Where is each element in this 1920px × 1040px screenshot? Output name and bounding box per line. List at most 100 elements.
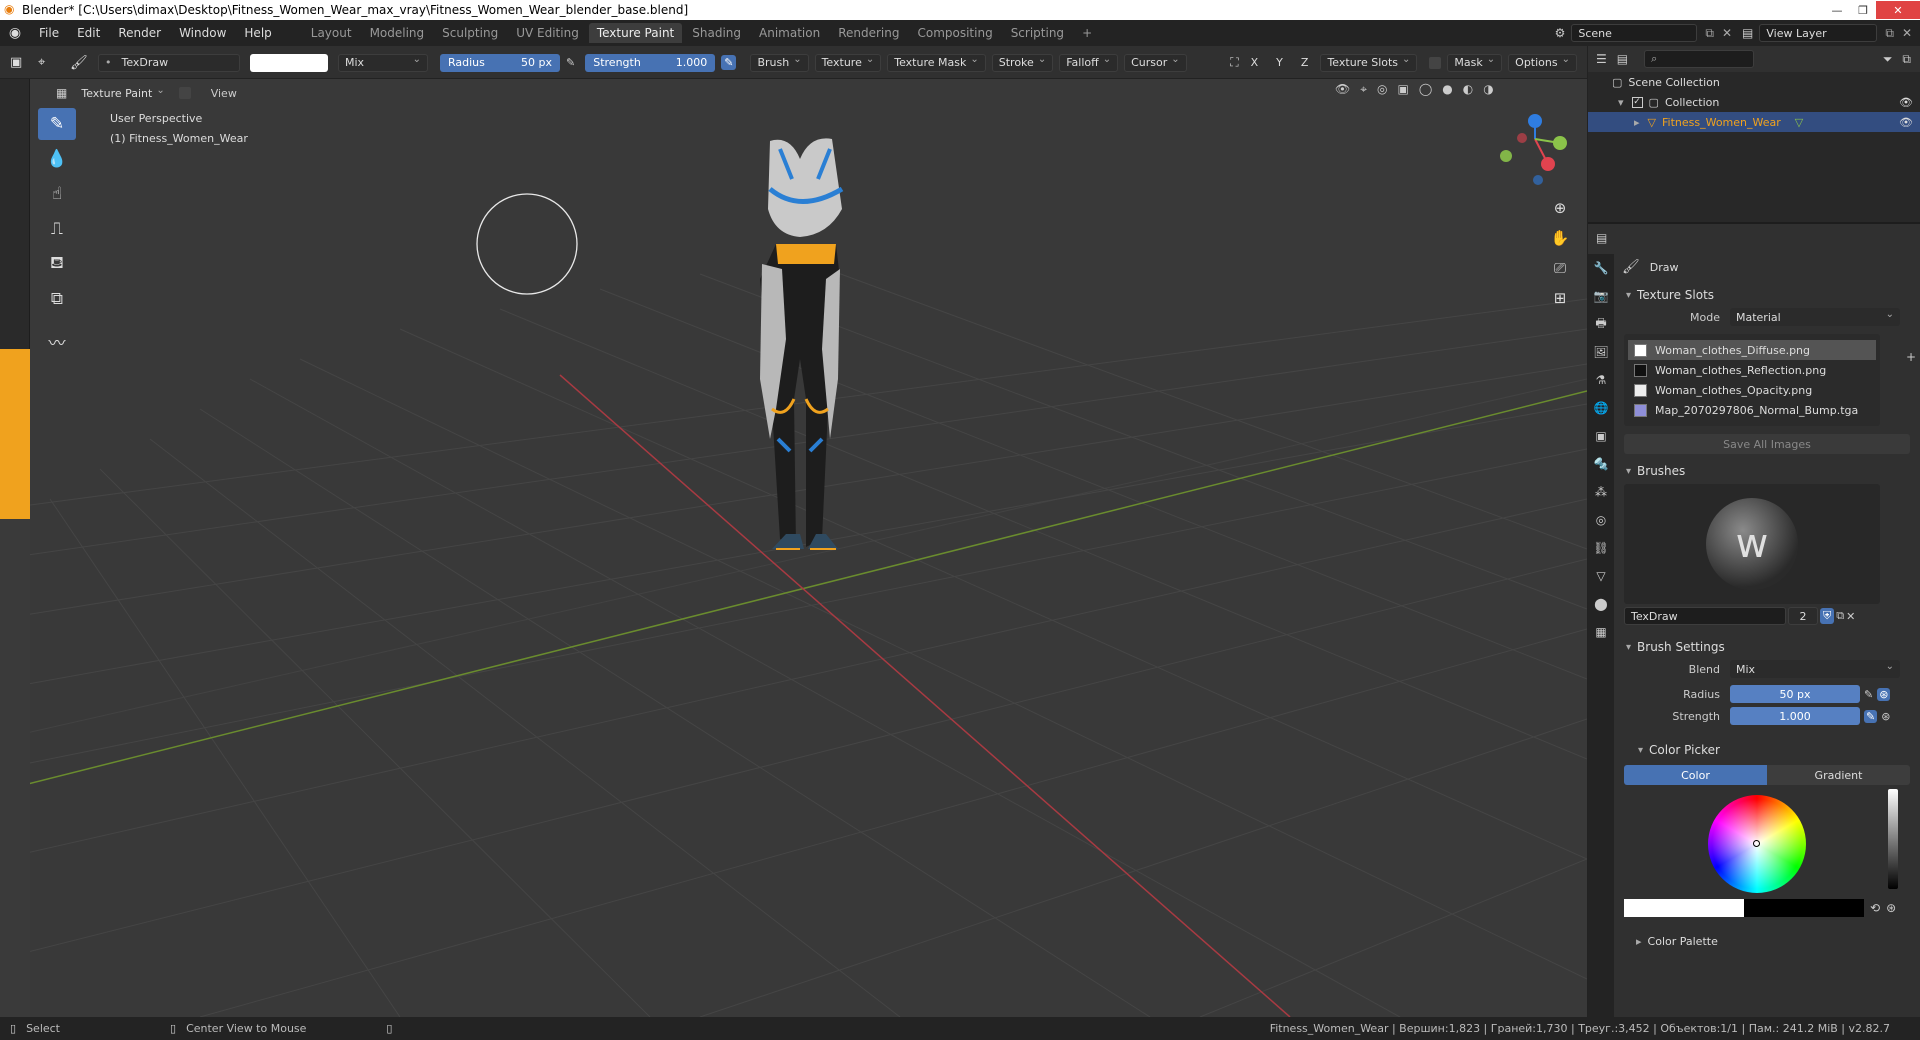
pan-hand-icon[interactable]: ✋ — [1547, 225, 1573, 251]
mode-dropdown[interactable]: Texture Paint — [75, 84, 170, 102]
tab-material-icon[interactable]: ⬤ — [1588, 590, 1614, 618]
editor-type-icon[interactable]: ▣ — [10, 55, 32, 70]
add-workspace-icon[interactable]: + — [1074, 23, 1100, 43]
brush-radius-slider[interactable]: 50 px — [1730, 685, 1860, 703]
rendered-shading-icon[interactable]: ◑ — [1483, 82, 1493, 97]
clone-tool-icon[interactable]: ⎍ — [38, 213, 76, 245]
maximize-button[interactable]: ❐ — [1850, 1, 1876, 19]
brush-settings-panel-header[interactable]: Brush Settings — [1618, 636, 1918, 658]
axis-y-toggle[interactable]: Y — [1270, 56, 1289, 69]
tab-shading[interactable]: Shading — [684, 23, 749, 43]
3d-viewport[interactable]: ▦ Texture Paint View 👁 ⌖ ◎ ▣ ◯ ● ◐ ◑ Use… — [0, 79, 1587, 1017]
brush-name-input[interactable]: TexDraw — [1624, 607, 1786, 625]
view-layer-icon[interactable]: ▤ — [1742, 26, 1753, 40]
view-menu[interactable]: View — [211, 87, 237, 100]
tab-constraints-icon[interactable]: ⛓ — [1588, 534, 1614, 562]
mask-menu[interactable]: Mask — [1447, 53, 1503, 72]
mask-tool-icon[interactable]: ⧉ — [38, 283, 76, 315]
camera-view-icon[interactable]: ⎚ — [1547, 255, 1573, 281]
overlay-toggle-icon[interactable]: ◎ — [1377, 82, 1387, 97]
brush-blend-dropdown[interactable]: Mix — [1730, 660, 1900, 678]
draw-tool-icon[interactable]: ✎ — [38, 108, 76, 140]
mesh-data-icon[interactable]: ▽ — [1795, 116, 1803, 129]
fake-user-icon[interactable]: ⛨ — [1820, 608, 1835, 624]
soften-tool-icon[interactable]: 💧 — [38, 143, 76, 175]
properties-type-icon[interactable]: ▤ — [1596, 231, 1607, 245]
tab-texture-icon[interactable]: ▦ — [1588, 618, 1614, 646]
display-mode-icon[interactable]: ▤ — [1617, 52, 1628, 66]
filter-icon[interactable]: ⏷ — [1883, 52, 1893, 67]
tab-output-icon[interactable]: 🖶 — [1588, 310, 1614, 338]
ortho-grid-icon[interactable]: ⊞ — [1547, 285, 1573, 311]
unified-color-icon[interactable]: ⊛ — [1886, 901, 1896, 915]
save-all-images-button[interactable]: Save All Images — [1624, 434, 1910, 454]
gizmo-toggle-icon[interactable]: ⌖ — [1360, 82, 1367, 97]
remove-scene-icon[interactable]: ✕ — [1722, 26, 1732, 40]
outliner-type-icon[interactable]: ☰ — [1596, 52, 1607, 66]
primary-secondary-color-swatch[interactable] — [1624, 899, 1864, 917]
tab-gradient[interactable]: Gradient — [1767, 765, 1910, 785]
expand-collection-icon[interactable]: ▾ — [1618, 96, 1624, 109]
menu-window[interactable]: Window — [170, 26, 235, 40]
mask-toggle[interactable] — [178, 87, 191, 99]
new-collection-icon[interactable]: ⧉ — [1902, 52, 1911, 67]
options-menu[interactable]: Options — [1508, 53, 1577, 72]
blend-mode-dropdown[interactable]: Mix — [338, 53, 428, 72]
material-shading-icon[interactable]: ◐ — [1463, 82, 1473, 97]
swap-colors-icon[interactable]: ⟲ — [1870, 901, 1880, 915]
collection-checkbox[interactable]: ✓ — [1631, 96, 1643, 108]
list-item[interactable]: Woman_clothes_Diffuse.png — [1628, 340, 1876, 360]
tab-physics-icon[interactable]: ◎ — [1588, 506, 1614, 534]
object-visibility-icon[interactable]: 👁 — [1899, 116, 1913, 129]
axis-z-toggle[interactable]: Z — [1295, 56, 1315, 69]
falloff-menu[interactable]: Falloff — [1059, 53, 1119, 72]
solid-shading-icon[interactable]: ● — [1442, 82, 1452, 97]
brush-users-count[interactable]: 2 — [1788, 607, 1818, 625]
brush-menu[interactable]: Brush — [750, 53, 809, 72]
radius-pen-icon[interactable]: ✎ — [1864, 688, 1873, 701]
xray-icon[interactable]: ▣ — [1397, 82, 1408, 97]
color-wheel-cursor[interactable] — [1753, 840, 1760, 847]
tab-texture-paint[interactable]: Texture Paint — [588, 23, 683, 43]
visibility-icon[interactable]: 👁 — [1335, 82, 1350, 97]
cursor-menu[interactable]: Cursor — [1124, 53, 1187, 72]
blender-menu-icon[interactable]: ◉ — [0, 25, 30, 41]
outliner-row-collection[interactable]: ▾ ✓ ▢ Collection 👁 — [1588, 92, 1920, 112]
scene-field[interactable]: Scene — [1571, 24, 1698, 42]
brush-strength-slider[interactable]: 1.000 — [1730, 707, 1860, 725]
tab-particles-icon[interactable]: ⁂ — [1588, 478, 1614, 506]
radius-slider[interactable]: Radius 50 px — [440, 53, 560, 72]
expand-object-icon[interactable]: ▸ — [1634, 116, 1640, 129]
brush-name-field[interactable]: • TexDraw — [98, 53, 240, 72]
tab-rendering[interactable]: Rendering — [830, 23, 907, 43]
mask-checkbox[interactable] — [1429, 56, 1442, 69]
value-slider[interactable] — [1888, 789, 1898, 889]
wireframe-shading-icon[interactable]: ◯ — [1419, 82, 1432, 97]
tab-scene-icon[interactable]: ⚗ — [1588, 366, 1614, 394]
strength-pen-icon[interactable]: ✎ — [1864, 709, 1878, 723]
tab-object-icon[interactable]: ▣ — [1588, 422, 1614, 450]
collection-visibility-icon[interactable]: 👁 — [1899, 96, 1913, 109]
close-button[interactable]: ✕ — [1876, 1, 1920, 19]
zoom-icon[interactable]: ⊕ — [1547, 195, 1573, 221]
menu-edit[interactable]: Edit — [68, 26, 109, 40]
tab-modifiers-icon[interactable]: 🔩 — [1588, 450, 1614, 478]
new-scene-icon[interactable]: ⧉ — [1705, 26, 1714, 41]
tab-sculpting[interactable]: Sculpting — [434, 23, 506, 43]
menu-help[interactable]: Help — [235, 26, 280, 40]
brushes-panel-header[interactable]: Brushes — [1618, 460, 1918, 482]
tab-modeling[interactable]: Modeling — [362, 23, 433, 43]
tab-animation[interactable]: Animation — [751, 23, 828, 43]
tab-view-layer-icon[interactable]: 🖼 — [1588, 338, 1614, 366]
tab-world-icon[interactable]: 🌐 — [1588, 394, 1614, 422]
list-item[interactable]: Woman_clothes_Reflection.png — [1628, 360, 1876, 380]
menu-render[interactable]: Render — [109, 26, 170, 40]
outliner-search-input[interactable]: ⌕ — [1644, 50, 1755, 68]
menu-file[interactable]: File — [30, 26, 68, 40]
texture-mask-menu[interactable]: Texture Mask — [887, 53, 986, 72]
symmetry-icon[interactable]: ⛶ — [1230, 55, 1238, 70]
stroke-menu[interactable]: Stroke — [991, 53, 1054, 72]
smear-tool-icon[interactable]: ☝ — [38, 178, 76, 210]
axis-x-toggle[interactable]: X — [1245, 56, 1265, 69]
brush-preview[interactable]: ᴡ — [1624, 484, 1880, 604]
